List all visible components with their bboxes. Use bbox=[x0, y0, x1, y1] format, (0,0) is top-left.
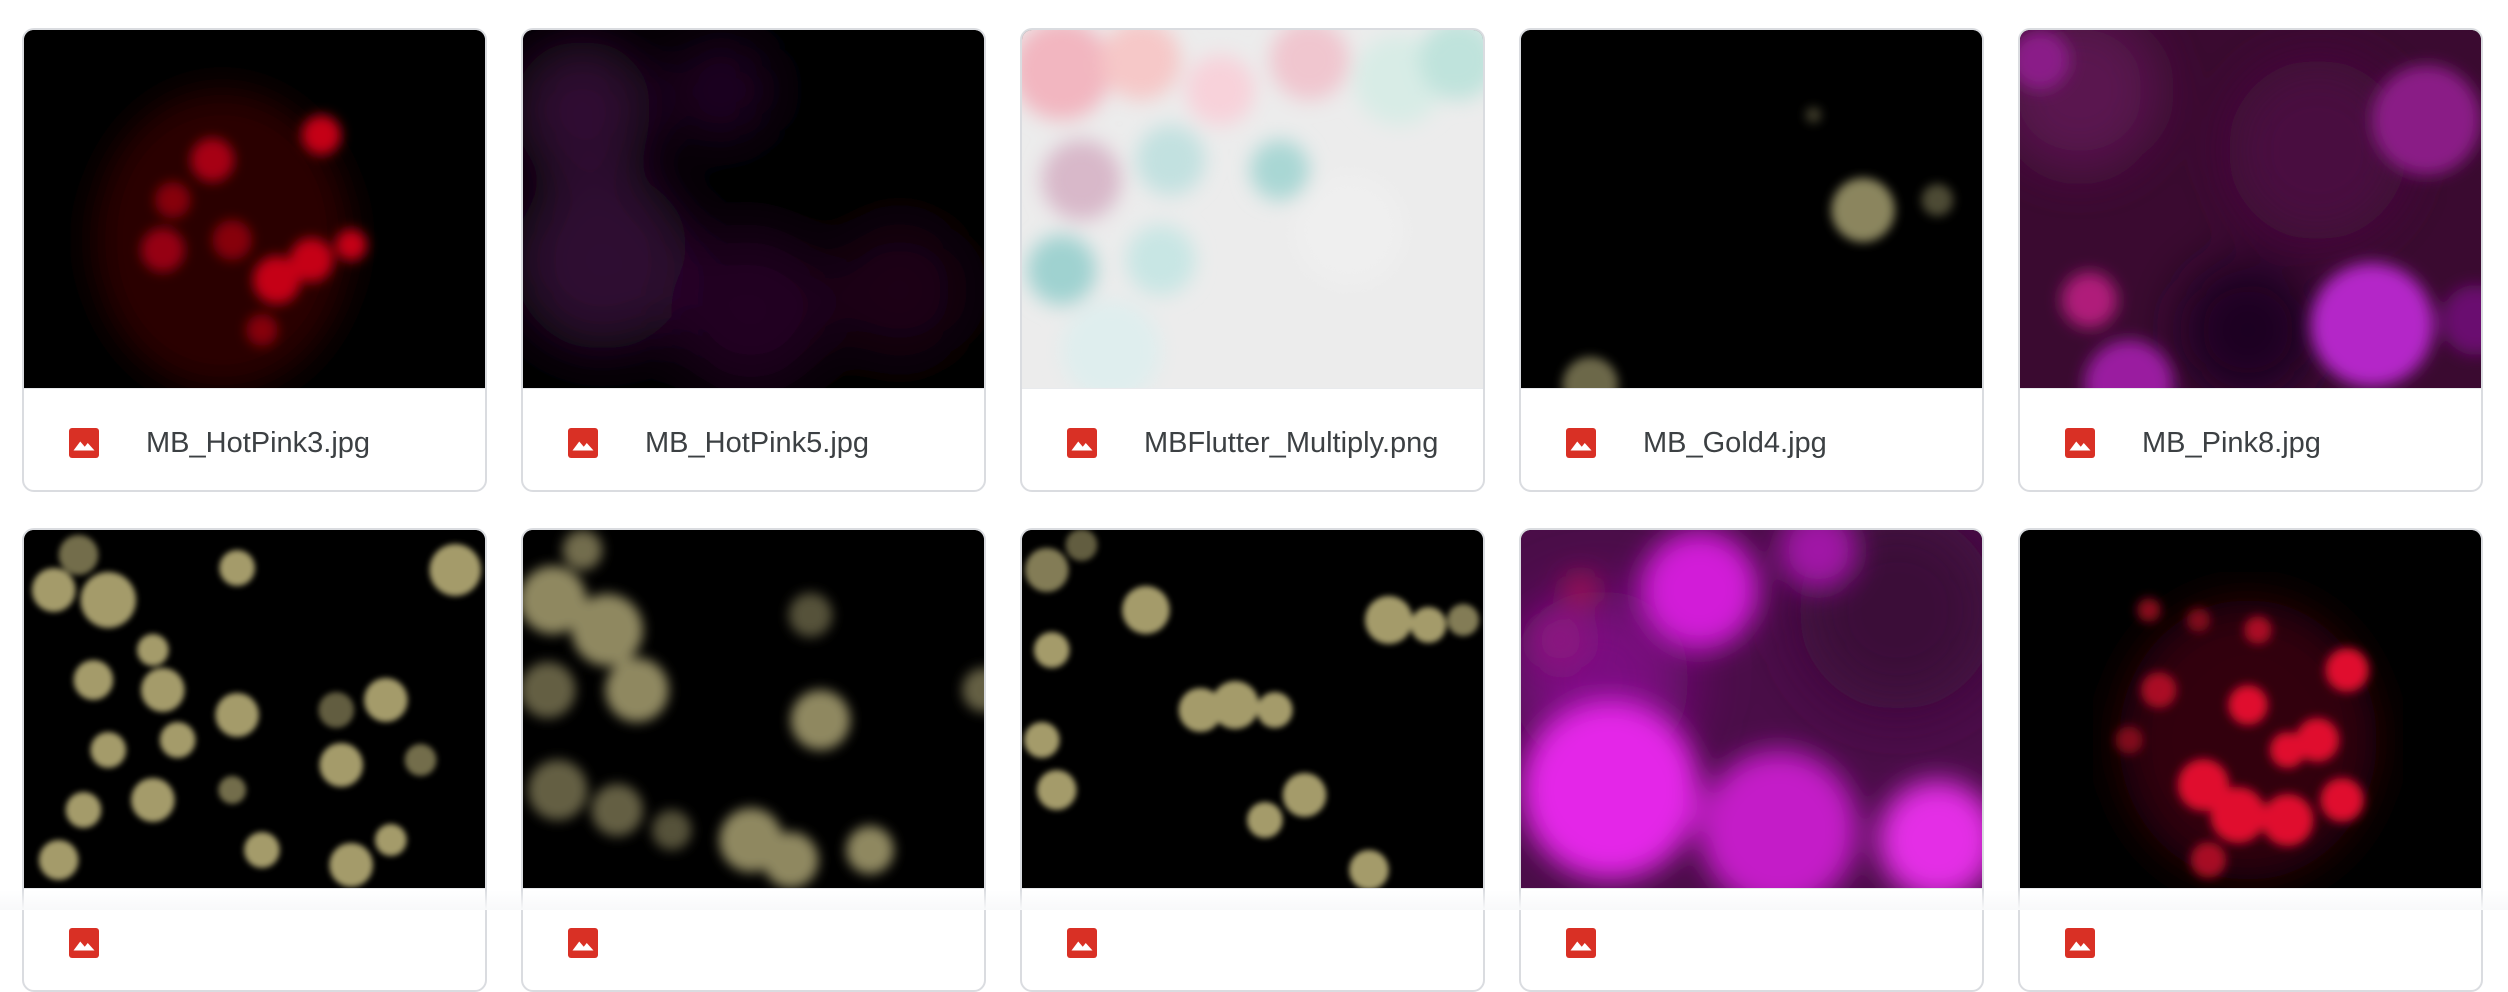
image-file-icon bbox=[2065, 428, 2095, 458]
file-card[interactable] bbox=[2018, 528, 2483, 992]
file-card-footer: MB_HotPink5.jpg bbox=[523, 388, 984, 490]
file-card[interactable] bbox=[1519, 528, 1984, 992]
thumbnail-gold-bokeh-dense bbox=[24, 530, 485, 888]
file-name: MB_HotPink5.jpg bbox=[645, 427, 870, 459]
file-card[interactable] bbox=[22, 528, 487, 992]
file-name: MB_Pink8.jpg bbox=[2142, 427, 2321, 459]
file-card-footer: MBFlutter_Multiply.png bbox=[1022, 388, 1483, 490]
file-card[interactable] bbox=[521, 528, 986, 992]
thumbnail-gold-bokeh-sparse bbox=[1521, 30, 1982, 388]
thumbnail-pastel-bokeh bbox=[1022, 30, 1483, 388]
file-name: MBFlutter_Multiply.png bbox=[1144, 427, 1439, 459]
image-file-icon bbox=[1566, 928, 1596, 958]
image-file-icon bbox=[2065, 928, 2095, 958]
bottom-fade bbox=[0, 890, 2508, 910]
image-file-icon bbox=[69, 428, 99, 458]
image-file-icon bbox=[1566, 428, 1596, 458]
file-card[interactable]: MB_HotPink5.jpg bbox=[521, 28, 986, 492]
file-card-footer: MB_Pink8.jpg bbox=[2020, 388, 2481, 490]
file-name: MB_HotPink3.jpg bbox=[146, 427, 371, 459]
image-file-icon bbox=[568, 928, 598, 958]
image-file-icon bbox=[568, 428, 598, 458]
image-file-icon bbox=[69, 928, 99, 958]
file-card-footer: MB_Gold4.jpg bbox=[1521, 388, 1982, 490]
file-grid: MB_HotPink3.jpg MB_HotPink5.jpg MBFlutte… bbox=[0, 0, 2508, 992]
image-file-icon bbox=[1067, 928, 1097, 958]
image-file-icon bbox=[1067, 428, 1097, 458]
thumbnail-red-bokeh-bright bbox=[2020, 530, 2481, 888]
thumbnail-purple-haze bbox=[523, 30, 984, 388]
file-card[interactable]: MB_Gold4.jpg bbox=[1519, 28, 1984, 492]
file-card-footer: MB_HotPink3.jpg bbox=[24, 388, 485, 490]
thumbnail-red-bokeh bbox=[24, 30, 485, 388]
thumbnail-gold-bokeh-scattered bbox=[1022, 530, 1483, 888]
file-name: MB_Gold4.jpg bbox=[1643, 427, 1827, 459]
thumbnail-gold-bokeh-soft bbox=[523, 530, 984, 888]
file-card[interactable] bbox=[1020, 528, 1485, 992]
file-card[interactable]: MBFlutter_Multiply.png bbox=[1020, 28, 1485, 492]
thumbnail-pink-bokeh bbox=[2020, 30, 2481, 388]
thumbnail-magenta-bokeh bbox=[1521, 530, 1982, 888]
file-card[interactable]: MB_Pink8.jpg bbox=[2018, 28, 2483, 492]
file-card[interactable]: MB_HotPink3.jpg bbox=[22, 28, 487, 492]
